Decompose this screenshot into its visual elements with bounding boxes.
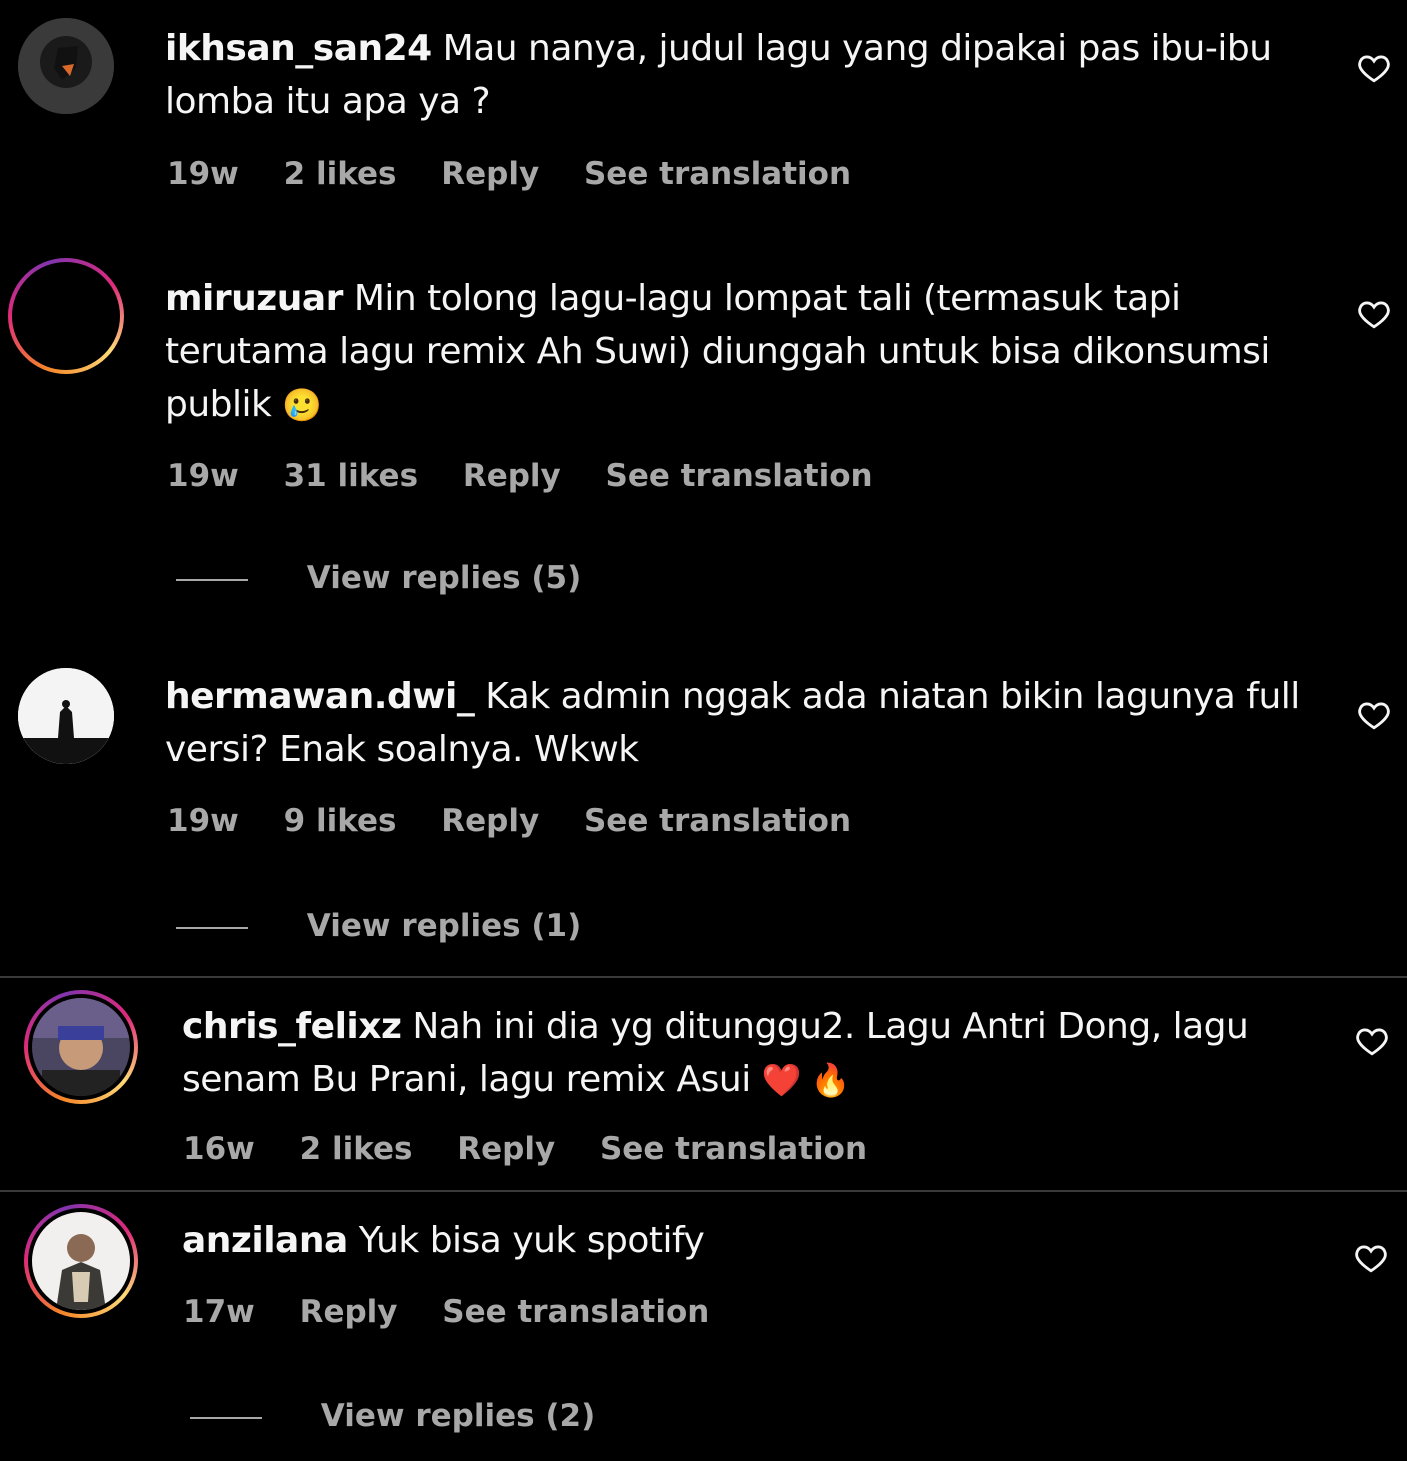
view-replies-line — [176, 578, 248, 581]
comment-body: hermawan.dwi_ Kak admin nggak ada niatan… — [165, 670, 1325, 776]
heart-outline-icon[interactable] — [1354, 1024, 1390, 1058]
reply-button[interactable]: Reply — [441, 156, 539, 192]
avatar[interactable] — [24, 990, 138, 1104]
view-replies-label: View replies (5) — [306, 560, 582, 596]
comment-meta: 19w 31 likes Reply See translation — [167, 458, 907, 494]
heart-outline-icon[interactable] — [1353, 1241, 1389, 1275]
avatar[interactable] — [18, 18, 114, 114]
avatar-image — [18, 668, 114, 764]
view-replies-label: View replies (1) — [306, 908, 582, 944]
comment-meta: 19w 9 likes Reply See translation — [167, 803, 885, 839]
avatar-image — [28, 994, 134, 1100]
comment-meta: 19w 2 likes Reply See translation — [167, 156, 885, 192]
comment-time: 19w — [167, 156, 239, 192]
section-divider — [0, 1190, 1407, 1192]
avatar-image — [12, 262, 120, 370]
comment-likes[interactable]: 31 likes — [284, 458, 418, 494]
view-replies-button[interactable]: View replies (5) — [176, 560, 581, 596]
reply-button[interactable]: Reply — [300, 1294, 398, 1330]
comment-likes[interactable]: 9 likes — [284, 803, 397, 839]
comment-text: Yuk bisa yuk spotify — [358, 1220, 705, 1261]
comment-likes[interactable]: 2 likes — [300, 1131, 413, 1167]
see-translation-button[interactable]: See translation — [442, 1294, 709, 1330]
view-replies-line — [190, 1416, 262, 1419]
comment-time: 19w — [167, 803, 239, 839]
avatar[interactable] — [18, 668, 114, 764]
comment-likes[interactable]: 2 likes — [284, 156, 397, 192]
comment-meta: 17w Reply See translation — [183, 1294, 743, 1330]
comment-time: 17w — [183, 1294, 255, 1330]
avatar[interactable] — [8, 258, 124, 374]
comment-username[interactable]: miruzuar — [165, 278, 343, 319]
section-divider — [0, 976, 1407, 978]
heart-outline-icon[interactable] — [1356, 698, 1392, 732]
view-replies-line — [176, 926, 248, 929]
comment-username[interactable]: anzilana — [182, 1220, 348, 1261]
see-translation-button[interactable]: See translation — [584, 803, 851, 839]
avatar[interactable] — [24, 1204, 138, 1318]
comment-emoji: 🥲 — [282, 386, 322, 424]
avatar-image — [28, 1208, 134, 1314]
view-replies-button[interactable]: View replies (1) — [176, 908, 581, 944]
reply-button[interactable]: Reply — [463, 458, 561, 494]
view-replies-button[interactable]: View replies (2) — [190, 1398, 595, 1434]
avatar-image — [18, 18, 114, 114]
comment-username[interactable]: ikhsan_san24 — [165, 28, 432, 69]
comment-emoji: ❤️ 🔥 — [761, 1061, 851, 1099]
see-translation-button[interactable]: See translation — [600, 1131, 867, 1167]
comment-meta: 16w 2 likes Reply See translation — [183, 1131, 901, 1167]
comment-time: 16w — [183, 1131, 255, 1167]
comment-body: anzilana Yuk bisa yuk spotify — [182, 1214, 1322, 1267]
comment-username[interactable]: chris_felixz — [182, 1006, 402, 1047]
reply-button[interactable]: Reply — [441, 803, 539, 839]
comment-body: ikhsan_san24 Mau nanya, judul lagu yang … — [165, 22, 1325, 128]
comment-body: miruzuar Min tolong lagu-lagu lompat tal… — [165, 272, 1325, 432]
heart-outline-icon[interactable] — [1356, 297, 1392, 331]
heart-outline-icon[interactable] — [1356, 51, 1392, 85]
see-translation-button[interactable]: See translation — [606, 458, 873, 494]
comment-username[interactable]: hermawan.dwi_ — [165, 676, 475, 717]
comment-time: 19w — [167, 458, 239, 494]
reply-button[interactable]: Reply — [457, 1131, 555, 1167]
see-translation-button[interactable]: See translation — [584, 156, 851, 192]
comment-body: chris_felixz Nah ini dia yg ditunggu2. L… — [182, 1000, 1322, 1107]
view-replies-label: View replies (2) — [320, 1398, 596, 1434]
